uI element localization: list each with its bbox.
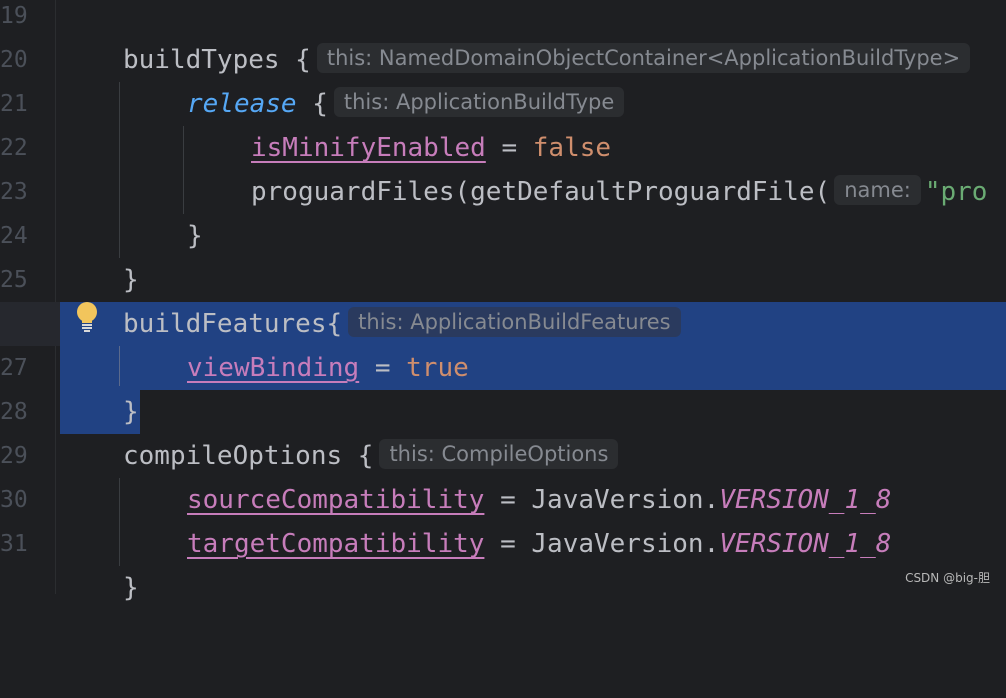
inlay-hint: this: ApplicationBuildType — [333, 87, 625, 117]
property-name: viewBinding — [187, 353, 360, 383]
line-number: 24 — [0, 223, 28, 249]
line-number: 29 — [0, 443, 28, 469]
build-features-block: buildFeatures{ — [123, 309, 343, 339]
code-line-30[interactable]: sourceCompatibility = JavaVersion.VERSIO… — [56, 478, 1006, 522]
assign-op: = — [359, 353, 407, 383]
watermark: CSDN @big-胆 — [905, 571, 990, 585]
closing-brace: } — [123, 397, 139, 427]
code-line-27[interactable]: viewBinding = true — [56, 346, 1006, 390]
line-number: 19 — [0, 3, 28, 29]
java-version-ref: = JavaVersion. — [484, 529, 720, 559]
line-number: 22 — [0, 135, 28, 161]
line-number: 23 — [0, 179, 28, 205]
brace: { — [296, 89, 328, 119]
string-literal: "pro — [924, 177, 988, 207]
code-line-31[interactable]: targetCompatibility = JavaVersion.VERSIO… — [56, 522, 1006, 566]
code-line-26[interactable]: buildFeatures{this: ApplicationBuildFeat… — [56, 302, 1006, 346]
release-ref: release — [187, 89, 297, 119]
java-version-ref: = JavaVersion. — [484, 485, 720, 515]
current-line-highlight — [0, 302, 60, 346]
enum-constant: VERSION_1_8 — [719, 485, 892, 515]
lightbulb-icon[interactable] — [76, 302, 98, 332]
enum-constant: VERSION_1_8 — [719, 529, 892, 559]
line-number: 28 — [0, 399, 28, 425]
build-types-block: buildTypes { — [123, 45, 311, 75]
code-editor[interactable]: buildTypes {this: NamedDomainObjectConta… — [0, 0, 1006, 603]
inlay-hint: this: NamedDomainObjectContainer<Applica… — [316, 43, 971, 73]
line-number: 20 — [0, 47, 28, 73]
line-number: 30 — [0, 487, 28, 513]
code-line-28[interactable]: } — [56, 390, 1006, 434]
code-line-23[interactable]: proguardFiles(getDefaultProguardFile(nam… — [56, 170, 1006, 214]
code-line-22[interactable]: isMinifyEnabled = false — [56, 126, 1006, 170]
property-name: targetCompatibility — [187, 529, 485, 559]
code-line-29[interactable]: compileOptions {this: CompileOptions — [56, 434, 1006, 478]
inlay-hint: name: — [834, 175, 921, 205]
assign-op: = — [485, 133, 533, 163]
code-line-21[interactable]: release {this: ApplicationBuildType — [56, 82, 1006, 126]
closing-brace: } — [187, 221, 203, 251]
boolean-literal: false — [532, 133, 612, 163]
code-line-32[interactable]: } — [56, 566, 1006, 610]
code-line-25[interactable]: } — [56, 258, 1006, 302]
compile-options-block: compileOptions { — [123, 441, 374, 471]
code-line-24[interactable]: } — [56, 214, 1006, 258]
inlay-hint: this: CompileOptions — [379, 439, 619, 469]
line-number-gutter: 19 20 21 22 23 24 25 26 27 28 29 30 31 — [0, 0, 56, 594]
line-number: 21 — [0, 91, 28, 117]
property-name: isMinifyEnabled — [251, 133, 486, 163]
line-number: 25 — [0, 267, 28, 293]
inlay-hint: this: ApplicationBuildFeatures — [348, 307, 681, 337]
closing-brace: } — [123, 573, 139, 603]
property-name: sourceCompatibility — [187, 485, 485, 515]
boolean-literal: true — [406, 353, 469, 383]
function-call: proguardFiles(getDefaultProguardFile( — [251, 177, 831, 207]
line-number: 27 — [0, 355, 28, 381]
code-line-20[interactable]: buildTypes {this: NamedDomainObjectConta… — [56, 38, 1006, 82]
closing-brace: } — [123, 265, 139, 295]
line-number: 31 — [0, 531, 28, 557]
